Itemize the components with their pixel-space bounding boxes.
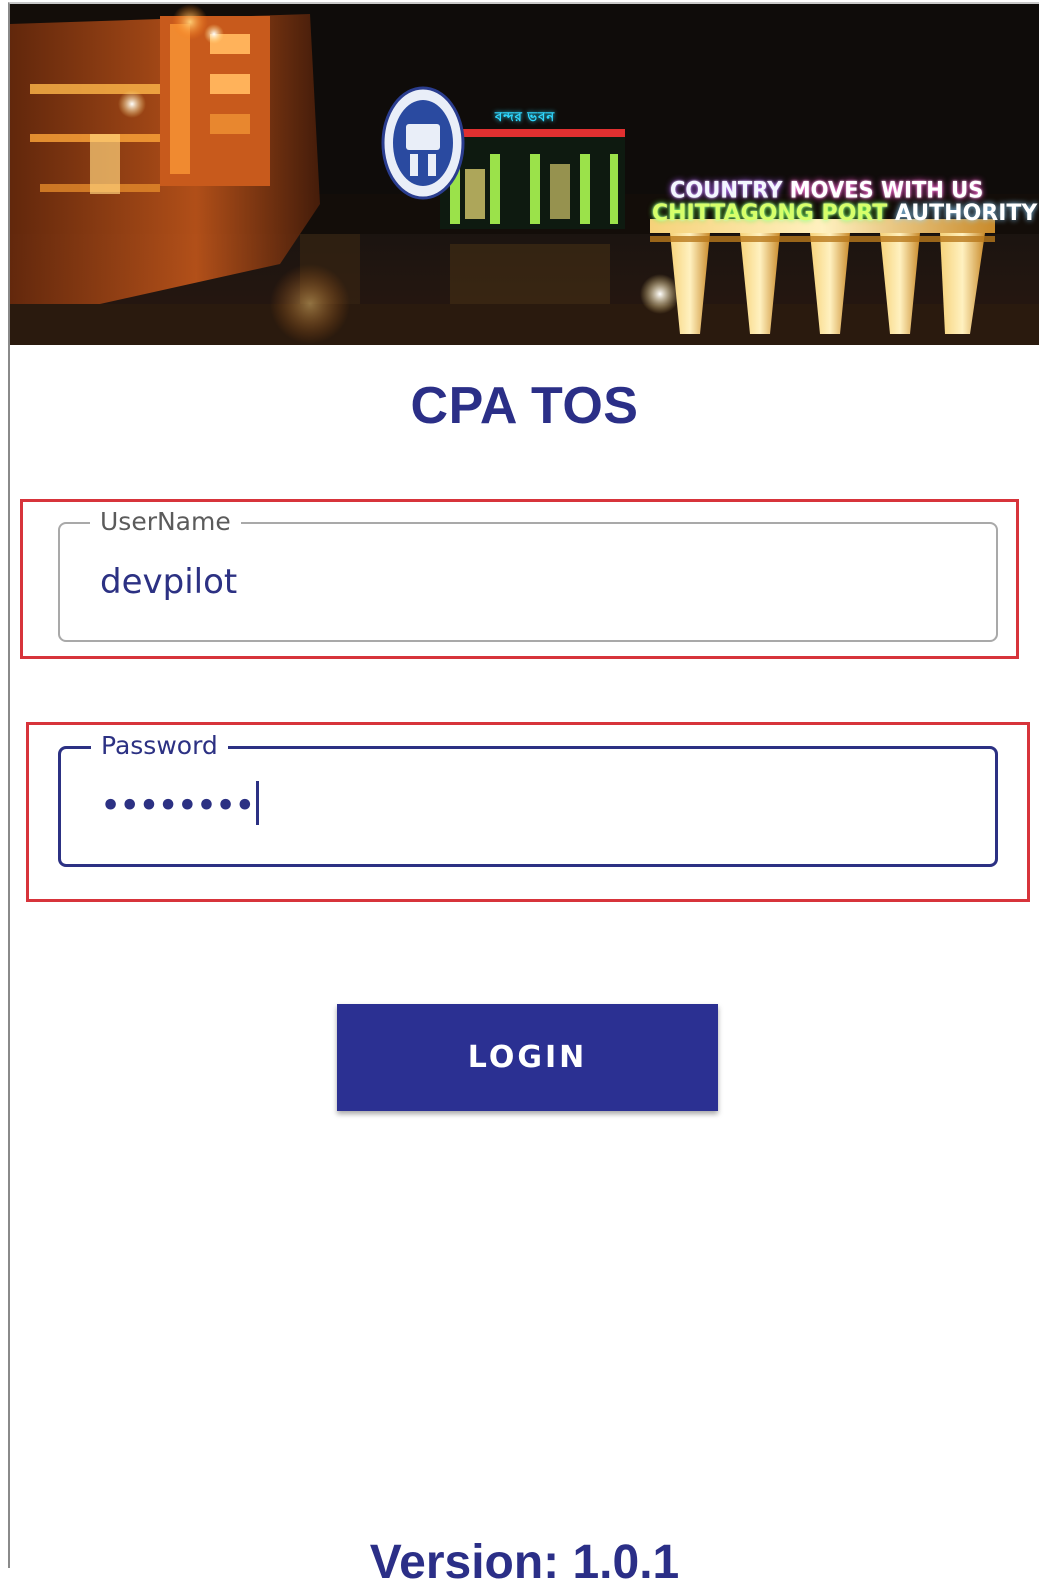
password-label: Password [91, 731, 228, 761]
password-dots: •••••••• [101, 788, 255, 824]
building-sign: বন্দর ভবন [495, 109, 556, 124]
password-value[interactable]: •••••••• [101, 781, 260, 829]
username-value[interactable]: devpilot [100, 562, 237, 602]
header-banner-image: বন্দর ভবন COUNTRY MOVES WITH US CHITTAGO… [10, 4, 1039, 345]
password-field[interactable]: Password •••••••• [58, 731, 998, 867]
slogan-line: COUNTRY MOVES WITH US [670, 177, 984, 203]
app-title: CPA TOS [410, 377, 639, 435]
username-field[interactable]: UserName devpilot [58, 507, 998, 642]
cpa-emblem-icon [381, 86, 465, 200]
login-button[interactable]: LOGIN [337, 1004, 718, 1111]
username-label: UserName [90, 507, 241, 537]
version-text: Version: 1.0.1 [369, 1536, 680, 1589]
port-night-photo [10, 4, 1039, 345]
authority-line: CHITTAGONG PORT AUTHORITY [652, 201, 1038, 226]
text-caret [256, 781, 260, 825]
